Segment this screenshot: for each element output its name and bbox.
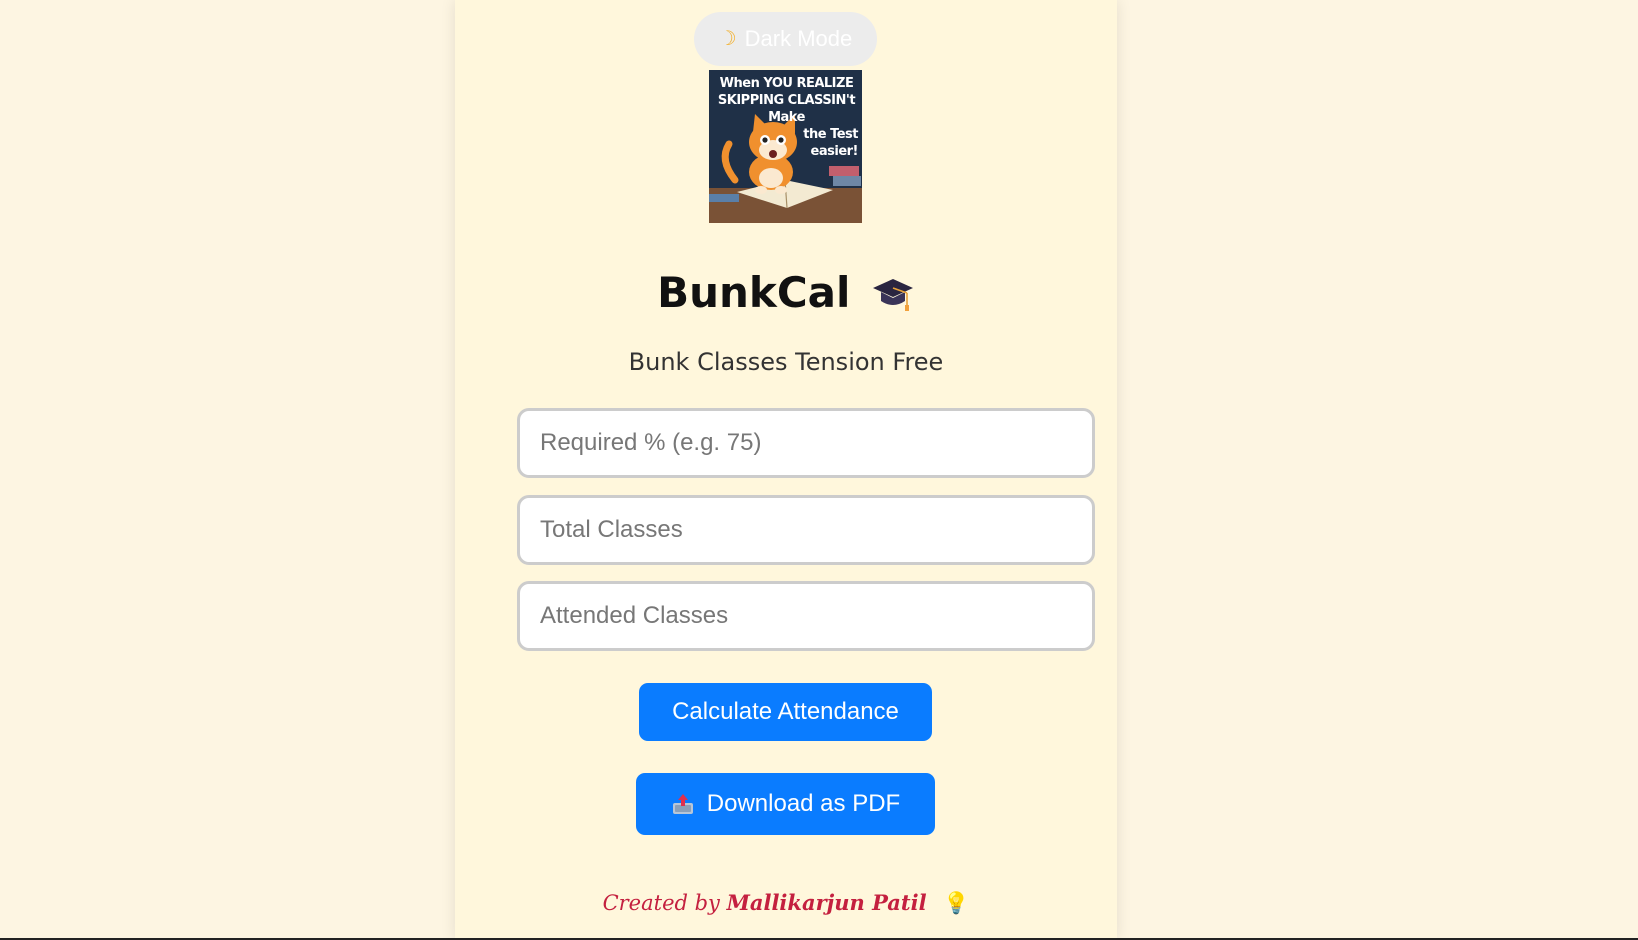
meme-caption: When YOU REALIZE SKIPPING CLASSIN't Make… bbox=[715, 75, 859, 160]
download-label: Download as PDF bbox=[706, 790, 901, 817]
calculate-label: Calculate Attendance bbox=[672, 698, 899, 725]
calculate-attendance-button[interactable]: Calculate Attendance bbox=[639, 683, 932, 741]
main-card: ☽ Dark Mode When YOU REALIZE SKIPPING CL… bbox=[455, 0, 1117, 940]
attended-classes-input[interactable] bbox=[517, 581, 1095, 651]
page-title: BunkCal bbox=[657, 268, 851, 317]
meme-image: When YOU REALIZE SKIPPING CLASSIN't Make… bbox=[709, 70, 862, 223]
meme-caption-line: When YOU REALIZE bbox=[719, 76, 854, 91]
page-subtitle: Bunk Classes Tension Free bbox=[628, 348, 944, 376]
author-name: Mallikarjun Patil bbox=[726, 890, 927, 915]
total-classes-input[interactable] bbox=[517, 495, 1095, 565]
download-pdf-button[interactable]: Download as PDF bbox=[636, 773, 935, 835]
moon-icon: ☽ bbox=[718, 28, 737, 50]
title-row: BunkCal bbox=[455, 268, 1117, 324]
light-bulb-icon: 💡 bbox=[943, 891, 970, 915]
dark-mode-label: Dark Mode bbox=[744, 26, 853, 51]
dark-mode-toggle[interactable]: ☽ Dark Mode bbox=[694, 12, 877, 66]
outbox-tray-icon bbox=[672, 794, 693, 814]
meme-caption-line: SKIPPING CLASSIN't Make bbox=[717, 93, 856, 125]
graduation-cap-icon bbox=[872, 278, 913, 311]
meme-caption-line: easier! bbox=[810, 144, 859, 159]
meme-caption-line: the Test bbox=[803, 127, 858, 142]
page: ☽ Dark Mode When YOU REALIZE SKIPPING CL… bbox=[0, 0, 1638, 940]
required-percent-input[interactable] bbox=[517, 408, 1095, 478]
credit-prefix: Created by bbox=[602, 891, 720, 915]
footer-credit: Created by Mallikarjun Patil 💡 bbox=[455, 890, 1117, 916]
